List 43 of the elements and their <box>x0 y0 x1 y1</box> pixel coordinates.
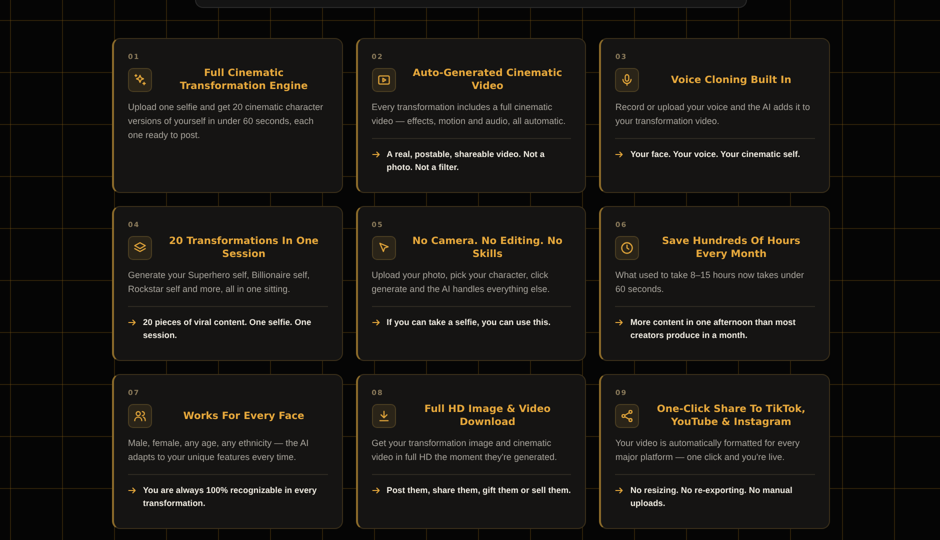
card-title: No Camera. No Editing. No Skills <box>411 235 564 261</box>
highlight-text: No resizing. No re-exporting. No manual uploads. <box>630 484 794 510</box>
arrow-icon <box>615 151 624 158</box>
arrow-icon <box>615 319 624 326</box>
clock-icon <box>615 236 640 260</box>
card-description: Upload your photo, pick your character, click generate and the AI handles everything else. <box>372 269 551 296</box>
microphone-icon <box>615 68 640 92</box>
card-description: What used to take 8–15 hours now takes under 60 seconds. <box>615 269 805 296</box>
users-icon <box>128 404 152 428</box>
cursor-icon <box>372 236 396 260</box>
arrow-icon <box>615 487 624 494</box>
arrow-icon <box>128 319 136 326</box>
share-icon <box>615 404 640 428</box>
layers-icon <box>128 236 152 260</box>
card-description: Your video is automatically formatted for every major platform — one click and you're live. <box>615 437 801 464</box>
highlight-text: If you can take a selfie, you can use this. <box>386 316 551 329</box>
card-description: Generate your Superhero self, Billionaire self, Rockstar self and more, all in one sitting. <box>128 269 311 296</box>
card-description: Every transformation includes a full cinematic video — effects, motion and audio, all automatic. <box>372 101 567 128</box>
arrow-icon <box>372 151 380 158</box>
card-title: Auto-Generated Cinematic Video <box>412 67 564 93</box>
card-title: Voice Cloning Built In <box>670 74 792 86</box>
sparkle-icon <box>128 68 152 92</box>
arrow-icon <box>372 319 380 326</box>
arrow-icon <box>128 487 136 494</box>
download-icon <box>372 404 396 428</box>
highlight-text: You are always 100% recognizable in every transformation. <box>143 484 318 510</box>
highlight-text: More content in one afternoon than most creators produce in a month. <box>630 316 797 342</box>
card-title: Save Hundreds Of Hours Every Month <box>660 235 802 261</box>
card-description: Record or upload your voice and the AI adds it to your transformation video. <box>615 101 811 128</box>
card-title: Full HD Image & Video Download <box>423 403 552 429</box>
card-description: Upload one selfie and get 20 cinematic character versions of yourself in under 60 seconds, each one ready to post. <box>128 101 324 142</box>
card-title: 20 Transformations In One Session <box>168 235 320 261</box>
arrow-icon <box>372 487 380 494</box>
highlight-text: 20 pieces of viral content. One selfie. One session. <box>143 316 312 342</box>
highlight-text: Your face. Your voice. Your cinematic self. <box>630 148 800 161</box>
card-title: Works For Every Face <box>182 410 306 422</box>
card-title: One-Click Share To TikTok, YouTube & Instagram <box>656 403 806 429</box>
highlight-text: Post them, share them, gift them or sell them. <box>386 484 571 497</box>
card-description: Male, female, any age, any ethnicity — the AI adapts to your unique features every time. <box>128 437 310 464</box>
play-icon <box>372 68 396 92</box>
card-title: Full Cinematic Transformation Engine <box>178 67 309 93</box>
highlight-text: A real, postable, shareable video. Not a photo. Not a filter. <box>386 148 546 174</box>
card-description: Get your transformation image and cinematic video in full HD the moment they're generated. <box>372 437 558 464</box>
